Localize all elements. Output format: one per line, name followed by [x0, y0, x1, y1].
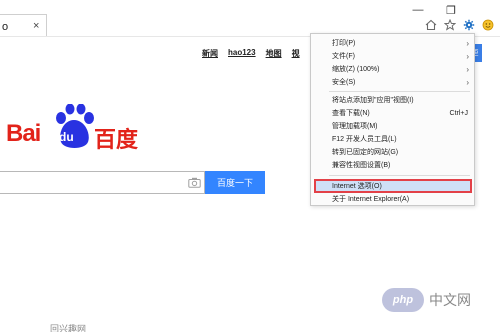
smile-icon[interactable]: [481, 18, 495, 32]
tab-close-icon[interactable]: ×: [33, 20, 39, 32]
menu-divider: [329, 91, 470, 92]
php-logo: php: [382, 288, 424, 312]
watermark: php 中文网: [382, 286, 494, 314]
browser-toolbar-icons: [424, 17, 495, 33]
nav-link-hao123[interactable]: hao123: [228, 48, 256, 62]
menu-item-dev-tools[interactable]: F12 开发人员工具(L): [332, 134, 397, 145]
logo-du-text: du: [59, 130, 74, 144]
menu-item-zoom[interactable]: 缩放(Z) (100%): [332, 64, 379, 75]
menu-item-file[interactable]: 文件(F): [332, 51, 355, 62]
chevron-right-icon: ›: [466, 78, 469, 87]
restore-icon: ❐: [446, 4, 456, 17]
menu-item-add-to-apps[interactable]: 将站点添加到"应用"视图(I): [332, 95, 414, 106]
chevron-right-icon: ›: [466, 52, 469, 61]
chevron-right-icon: ›: [466, 39, 469, 48]
menu-item-print[interactable]: 打印(P): [332, 38, 355, 49]
tools-dropdown-menu: 打印(P) › 文件(F) › 缩放(Z) (100%) › 安全(S) › 将…: [310, 33, 475, 206]
menu-item-view-downloads[interactable]: 查看下载(N): [332, 108, 370, 119]
menu-item-about-ie[interactable]: 关于 Internet Explorer(A): [332, 194, 409, 205]
camera-icon[interactable]: [187, 176, 201, 188]
bottom-link-text[interactable]: 回兴趣网: [50, 322, 86, 332]
nav-link-video[interactable]: 视: [292, 48, 300, 62]
menu-shortcut: Ctrl+J: [449, 110, 468, 117]
search-button[interactable]: 百度一下: [205, 171, 265, 194]
menu-item-internet-options[interactable]: Internet 选项(O): [332, 181, 382, 192]
search-input[interactable]: [0, 171, 205, 194]
watermark-text: 中文网: [429, 292, 471, 308]
chevron-right-icon: ›: [466, 65, 469, 74]
restore-button[interactable]: ❐: [440, 2, 462, 18]
menu-item-compat-view[interactable]: 兼容性视图设置(B): [332, 160, 390, 171]
nav-link-map[interactable]: 地图: [266, 48, 282, 62]
nav-link-news[interactable]: 新闻: [202, 48, 218, 62]
baidu-logo: Bai du 百度: [6, 104, 146, 154]
tab-title: o: [2, 21, 9, 33]
menu-divider: [329, 175, 470, 176]
star-icon[interactable]: [443, 18, 457, 32]
menu-item-manage-addons[interactable]: 管理加载项(M): [332, 121, 378, 132]
baidu-top-nav: 新闻 hao123 地图 视: [202, 48, 300, 62]
menu-item-safety[interactable]: 安全(S): [332, 77, 355, 88]
menu-item-pinned-sites[interactable]: 转到已固定的网站(G): [332, 147, 398, 158]
home-icon[interactable]: [424, 18, 438, 32]
minimize-icon: —: [412, 4, 424, 16]
browser-tab[interactable]: o ×: [0, 14, 47, 36]
logo-chinese-text: 百度: [94, 127, 139, 152]
minimize-button[interactable]: —: [407, 2, 429, 18]
gear-icon[interactable]: [462, 18, 476, 32]
logo-bai-text: Bai: [6, 120, 41, 147]
